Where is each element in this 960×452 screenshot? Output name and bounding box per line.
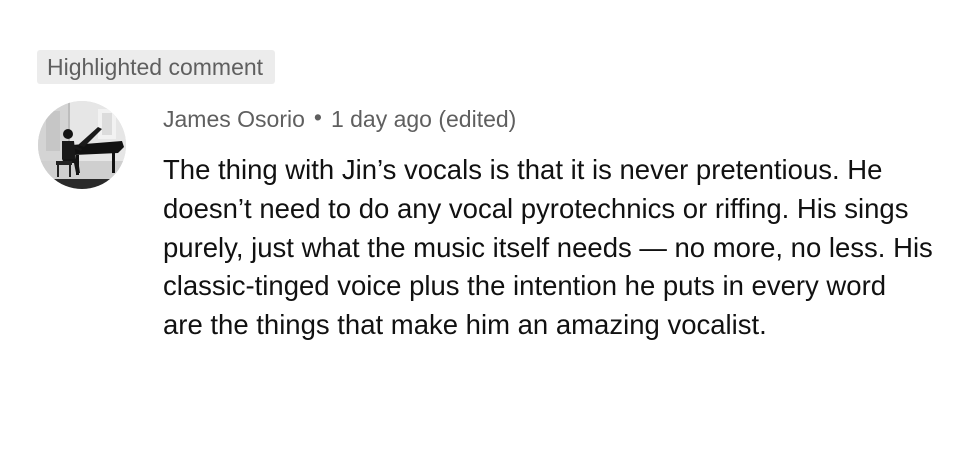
author-avatar[interactable] (38, 101, 126, 189)
separator-dot: • (313, 104, 322, 130)
comment-text: The thing with Jin’s vocals is that it i… (163, 154, 933, 341)
comment: James Osorio • 1 day ago (edited) The thin… (163, 101, 943, 345)
highlighted-comment-badge: Highlighted comment (37, 50, 276, 84)
comment-timestamp: 1 day ago (edited) (330, 106, 517, 132)
avatar-pianist-photo-icon (38, 101, 126, 189)
comment-header: James Osorio • 1 day ago (edited) (163, 101, 943, 137)
author-name[interactable]: James Osorio (163, 106, 305, 132)
